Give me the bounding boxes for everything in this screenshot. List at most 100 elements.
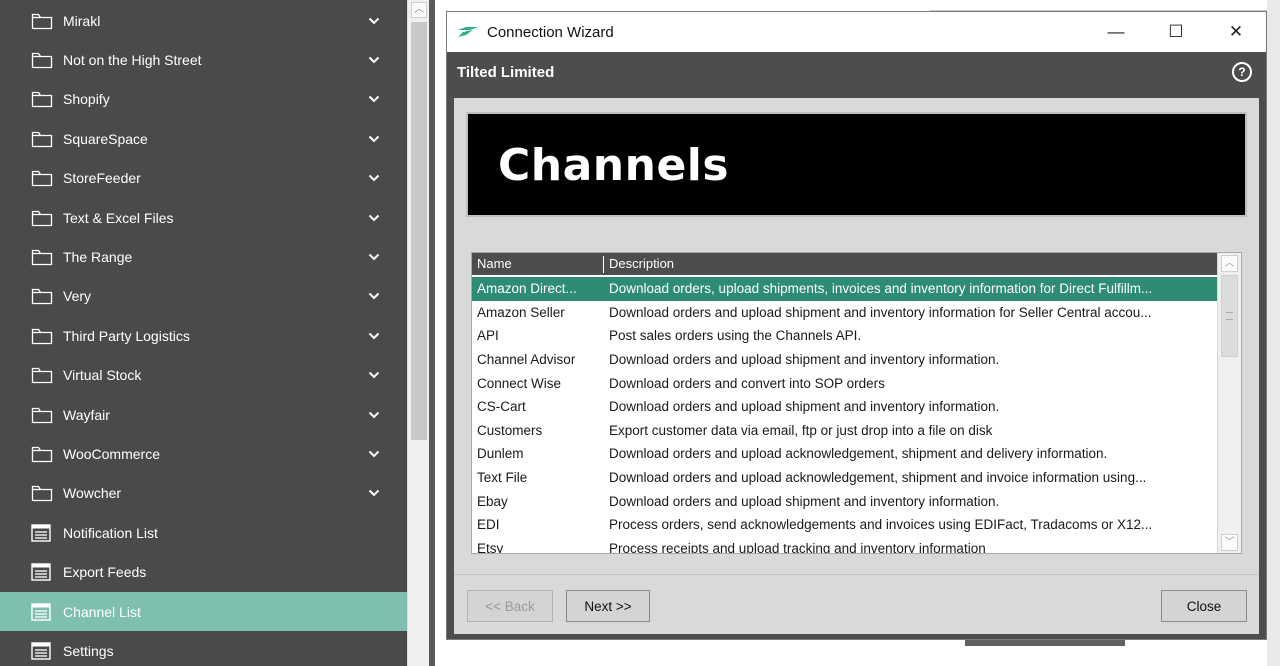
close-window-button[interactable]: ✕ — [1206, 12, 1266, 52]
channel-name-cell: Amazon Seller — [477, 304, 565, 320]
channel-name-cell: Etsy — [477, 540, 504, 554]
chevron-down-icon[interactable] — [367, 14, 381, 28]
channel-description-cell: Download orders and upload shipment and … — [609, 352, 1000, 368]
list-icon — [31, 642, 53, 660]
sidebar-item-label: SquareSpace — [63, 130, 148, 147]
column-header-name[interactable]: Name — [477, 256, 512, 271]
chevron-down-icon[interactable] — [367, 53, 381, 67]
table-row[interactable]: EDI Process orders, send acknowledgements… — [472, 513, 1217, 537]
table-row[interactable]: Channel Advisor Download orders and uploa… — [472, 348, 1217, 372]
sidebar-item-label: Channel List — [63, 603, 141, 620]
back-button[interactable]: << Back — [467, 590, 553, 622]
close-icon: ✕ — [1228, 22, 1244, 41]
chevron-down-icon[interactable] — [367, 368, 381, 382]
sidebar-item-squarespace[interactable]: SquareSpace — [0, 119, 407, 158]
chevron-down-icon[interactable] — [367, 132, 381, 146]
sidebar-item-text-excel-files[interactable]: Text & Excel Files — [0, 198, 407, 237]
table-row[interactable]: Text File Download orders and upload ackn… — [472, 466, 1217, 490]
sidebar-item-wayfair[interactable]: Wayfair — [0, 395, 407, 434]
chevron-down-icon[interactable] — [367, 250, 381, 264]
table-row[interactable]: API Post sales orders using the Channels … — [472, 324, 1217, 348]
sidebar-item-label: Third Party Logistics — [63, 327, 190, 344]
maximize-icon: ☐ — [1168, 22, 1184, 41]
chevron-down-icon[interactable] — [367, 329, 381, 343]
table-row[interactable]: Amazon Direct... Download orders, upload … — [472, 277, 1217, 301]
next-button[interactable]: Next >> — [566, 590, 650, 622]
channel-description-cell: Download orders, upload shipments, invoi… — [609, 281, 1153, 297]
channel-name-cell: Connect Wise — [477, 375, 562, 391]
sidebar-scrollbar[interactable]: ︿ — [407, 0, 429, 666]
app-logo-icon — [458, 27, 478, 37]
sidebar-item-wowcher[interactable]: Wowcher — [0, 474, 407, 513]
folder-icon — [31, 169, 53, 187]
sidebar-item-not-on-the-high-street[interactable]: Not on the High Street — [0, 40, 407, 79]
sidebar-item-label: Wayfair — [63, 406, 110, 423]
chevron-down-icon[interactable] — [367, 211, 381, 225]
list-header: Name Description — [472, 253, 1217, 275]
chevron-down-icon[interactable] — [367, 408, 381, 422]
sidebar-item-the-range[interactable]: The Range — [0, 237, 407, 276]
dialog-footer: << Back Next >> Close — [454, 574, 1259, 634]
sidebar-item-woocommerce[interactable]: WooCommerce — [0, 434, 407, 473]
channel-description-cell: Post sales orders using the Channels API… — [609, 328, 862, 344]
close-button[interactable]: Close — [1161, 590, 1247, 622]
scroll-up-arrow-icon[interactable]: ︿ — [411, 2, 427, 18]
channel-name-cell: Customers — [477, 422, 543, 438]
list-icon — [31, 563, 53, 581]
scrollbar-thumb[interactable] — [1221, 275, 1238, 357]
sidebar-item-shopify[interactable]: Shopify — [0, 80, 407, 119]
maximize-button[interactable]: ☐ — [1146, 12, 1206, 52]
scroll-down-arrow-icon[interactable]: ﹀ — [1221, 534, 1238, 551]
sidebar-item-label: Wowcher — [63, 485, 122, 502]
channel-name-cell: CS-Cart — [477, 399, 526, 415]
company-name: Tilted Limited — [457, 63, 555, 81]
table-row[interactable]: Connect Wise Download orders and convert … — [472, 371, 1217, 395]
help-glyph: ? — [1238, 65, 1246, 79]
window-title: Connection Wizard — [487, 23, 614, 41]
sidebar-item-mirakl[interactable]: Mirakl — [0, 1, 407, 40]
scroll-up-arrow-icon[interactable]: ︿ — [1221, 255, 1238, 272]
sidebar-item-notification-list[interactable]: Notification List — [0, 513, 407, 552]
folder-icon — [31, 248, 53, 266]
channel-name-cell: Amazon Direct... — [477, 281, 577, 297]
column-separator[interactable] — [603, 256, 604, 273]
channel-name-cell: Ebay — [477, 493, 508, 509]
sidebar-item-label: WooCommerce — [63, 445, 160, 462]
sidebar-item-virtual-stock[interactable]: Virtual Stock — [0, 356, 407, 395]
table-row[interactable]: Etsy Process receipts and upload tracking… — [472, 537, 1217, 554]
sidebar-item-label: StoreFeeder — [63, 170, 141, 187]
sidebar-item-storefeeder[interactable]: StoreFeeder — [0, 159, 407, 198]
minimize-icon: — — [1107, 22, 1125, 41]
folder-icon — [31, 51, 53, 69]
chevron-down-icon[interactable] — [367, 92, 381, 106]
minimize-button[interactable]: — — [1086, 12, 1146, 52]
table-row[interactable]: CS-Cart Download orders and upload shipme… — [472, 395, 1217, 419]
table-row[interactable]: Ebay Download orders and upload shipment … — [472, 489, 1217, 513]
sidebar-item-third-party-logistics[interactable]: Third Party Logistics — [0, 316, 407, 355]
list-scrollbar[interactable]: ︿ ﹀ — [1217, 253, 1241, 553]
chevron-down-icon[interactable] — [367, 171, 381, 185]
channel-description-cell: Export customer data via email, ftp or j… — [609, 422, 993, 438]
folder-icon — [31, 327, 53, 345]
scrollbar-thumb[interactable] — [411, 22, 427, 440]
sidebar-item-export-feeds[interactable]: Export Feeds — [0, 553, 407, 592]
table-row[interactable]: Customers Export customer data via email,… — [472, 419, 1217, 443]
sidebar-item-very[interactable]: Very — [0, 277, 407, 316]
folder-icon — [31, 209, 53, 227]
channels-list[interactable]: Name Description Amazon Direct... Downloa… — [471, 252, 1242, 554]
chevron-down-icon[interactable] — [367, 486, 381, 500]
channels-banner: Channels — [466, 112, 1247, 217]
window-titlebar: Connection Wizard — ☐ ✕ — [447, 12, 1266, 52]
column-header-description[interactable]: Description — [609, 256, 674, 271]
sidebar-item-label: Export Feeds — [63, 564, 147, 581]
sidebar-item-settings[interactable]: Settings — [0, 631, 407, 666]
chevron-down-icon[interactable] — [367, 289, 381, 303]
sidebar-item-channel-list[interactable]: Channel List — [0, 592, 407, 631]
channel-description-cell: Download orders and upload acknowledgeme… — [609, 446, 1108, 462]
folder-icon — [31, 287, 53, 305]
chevron-down-icon[interactable] — [367, 447, 381, 461]
background-element — [965, 640, 1125, 646]
table-row[interactable]: Dunlem Download orders and upload acknowl… — [472, 442, 1217, 466]
table-row[interactable]: Amazon Seller Download orders and upload … — [472, 301, 1217, 325]
help-icon[interactable]: ? — [1232, 62, 1252, 82]
